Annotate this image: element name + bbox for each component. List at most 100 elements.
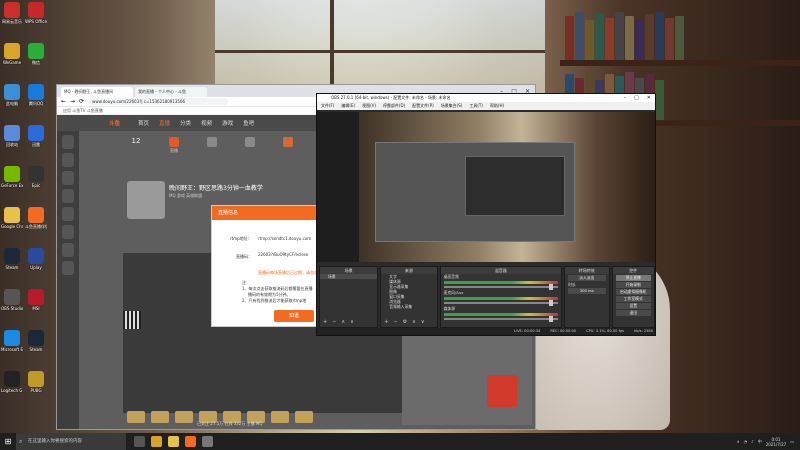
desktop-icon[interactable]: 网易云音乐 [1, 2, 23, 24]
sidebar-item[interactable] [62, 225, 74, 239]
up-icon[interactable]: ∧ [341, 319, 345, 325]
browser-tab[interactable]: 我的直播 - 个人中心 - 斗鱼 [135, 87, 207, 97]
down-icon[interactable]: ∨ [421, 319, 425, 325]
volume-icon[interactable]: ♪ [751, 439, 754, 444]
duration-input[interactable]: 300 ms [568, 288, 606, 294]
gift-item[interactable] [127, 411, 145, 423]
nav-fishbar[interactable]: 鱼吧 [243, 119, 254, 127]
obs-window[interactable]: OBS 27.0.1 (64-bit, windows) - 配置文件: 未命名… [316, 93, 656, 336]
obs-preview[interactable] [359, 112, 655, 262]
desktop-icon[interactable]: Google Chrome [1, 207, 23, 229]
nav-home[interactable]: 首页 [138, 119, 149, 127]
red-packet-banner[interactable] [487, 375, 517, 407]
gift-item[interactable] [175, 411, 193, 423]
network-icon[interactable]: ◔ [744, 439, 748, 444]
scene-item[interactable]: 场景 [320, 274, 378, 279]
notification-icon[interactable]: ▭ [790, 439, 794, 444]
desktop-icon[interactable]: WPS Office [25, 2, 47, 24]
down-icon[interactable]: ∨ [350, 319, 354, 325]
desktop-icon[interactable]: 此电脑 [1, 84, 23, 106]
gift-item[interactable] [151, 411, 169, 423]
sidebar-item[interactable] [62, 261, 74, 275]
desktop-icon[interactable]: 回收站 [1, 125, 23, 147]
forward-icon[interactable]: → [70, 98, 75, 105]
desktop-icon[interactable]: PUBG [25, 371, 47, 393]
file-explorer-icon[interactable] [168, 436, 179, 447]
stop-streaming-button[interactable]: 停止直播 [615, 275, 651, 281]
close-icon[interactable]: ✕ [647, 94, 651, 102]
menu-profile[interactable]: 配置文件(P) [412, 102, 434, 110]
source-item[interactable]: 音频输入采集 [381, 304, 436, 309]
start-recording-button[interactable]: 开始录制 [615, 282, 651, 288]
desktop-icon[interactable]: MSI [25, 289, 47, 311]
nav-video[interactable]: 视频 [201, 119, 212, 127]
task-view-icon[interactable] [134, 436, 145, 447]
quick-icon-item[interactable] [274, 137, 302, 154]
chrome-icon[interactable] [151, 436, 162, 447]
quick-icon-item[interactable]: 12 [122, 137, 150, 154]
desktop-icon[interactable]: Microsoft Edge [1, 330, 23, 352]
volume-slider[interactable] [443, 284, 559, 290]
stream-key-value[interactable]: 22603?/BuO9tyCF/eclese [258, 252, 308, 257]
menu-docks[interactable]: 停靠部件(D) [383, 102, 405, 110]
add-icon[interactable]: + [384, 319, 388, 325]
volume-slider[interactable] [443, 300, 559, 306]
studio-mode-button[interactable]: 工作室模式 [615, 296, 651, 302]
nav-category[interactable]: 分类 [180, 119, 191, 127]
exit-button[interactable]: 退出 [615, 310, 651, 316]
confirm-button[interactable]: 知道 [274, 310, 314, 322]
menu-help[interactable]: 帮助(H) [490, 102, 504, 110]
menu-scene-collection[interactable]: 场景集合(S) [441, 102, 463, 110]
desktop-icon[interactable]: 迅雷 [25, 125, 47, 147]
maximize-icon[interactable]: □ [634, 94, 639, 102]
up-icon[interactable]: ∧ [412, 319, 416, 325]
quick-icon-item[interactable] [236, 137, 264, 154]
desktop-icon[interactable]: Epic [25, 166, 47, 188]
transition-select[interactable]: 淡入淡出 [568, 275, 606, 281]
address-input[interactable]: www.douyu.com/22603?| c=15362180913566 [88, 98, 229, 105]
back-icon[interactable]: ← [61, 98, 66, 105]
remove-icon[interactable]: − [393, 319, 397, 325]
menu-view[interactable]: 视图(V) [362, 102, 376, 110]
sidebar-item[interactable] [62, 189, 74, 203]
desktop-icon[interactable]: 斗鱼直播伴侣 [25, 207, 47, 229]
gear-icon[interactable]: ⚙ [403, 319, 407, 325]
desktop-icon[interactable]: OBS Studio [1, 289, 23, 311]
streamer-avatar[interactable] [127, 181, 165, 219]
clock[interactable]: 0:01 2021/7/27 [766, 437, 787, 447]
menu-edit[interactable]: 编辑(E) [341, 102, 355, 110]
sidebar-item[interactable] [62, 153, 74, 167]
gift-item[interactable] [271, 411, 289, 423]
desktop-icon[interactable]: 微信 [25, 43, 47, 65]
taskbar-search[interactable]: ⌕ 在这里输入你要搜索的内容 [16, 433, 126, 450]
remove-icon[interactable]: − [332, 319, 336, 325]
settings-button[interactable]: 设置 [615, 303, 651, 309]
menu-tools[interactable]: 工具(T) [469, 102, 483, 110]
desktop-icon[interactable]: Steam [25, 330, 47, 352]
gift-item[interactable] [295, 411, 313, 423]
douyu-icon[interactable] [185, 436, 196, 447]
desktop-icon[interactable]: GeForce Experience [1, 166, 23, 188]
volume-slider[interactable] [443, 316, 559, 322]
windows-start-icon[interactable]: ⊞ [0, 433, 16, 450]
quick-icon-item[interactable]: 直播 [160, 137, 188, 154]
sidebar-item[interactable] [62, 207, 74, 221]
browser-tab[interactable]: MQ - 晚间野王, 斗鱼直播间 [61, 87, 133, 97]
add-icon[interactable]: + [323, 319, 327, 325]
desktop-icon[interactable]: WeGame [1, 43, 23, 65]
site-logo[interactable]: 斗鱼 [109, 119, 120, 127]
obs-icon[interactable] [202, 436, 213, 447]
menu-file[interactable]: 文件(F) [321, 102, 334, 110]
minimize-icon[interactable]: – [624, 94, 627, 102]
desktop-icon[interactable]: Uplay [25, 248, 47, 270]
sidebar-item[interactable] [62, 135, 74, 149]
language-indicator[interactable]: 中 [758, 439, 762, 445]
nav-live[interactable]: 直播 [159, 119, 170, 127]
sidebar-item[interactable] [62, 171, 74, 185]
refresh-icon[interactable]: ⟳ [79, 98, 84, 105]
virtual-camera-button[interactable]: 启动虚拟摄像机 [615, 289, 651, 295]
rtmp-value[interactable]: rtmp://sendtc1.douyu.com [258, 236, 311, 241]
desktop-icon[interactable]: 腾讯QQ [25, 84, 47, 106]
tray-up-arrow-icon[interactable]: ∧ [737, 439, 740, 444]
nav-game[interactable]: 游戏 [222, 119, 233, 127]
